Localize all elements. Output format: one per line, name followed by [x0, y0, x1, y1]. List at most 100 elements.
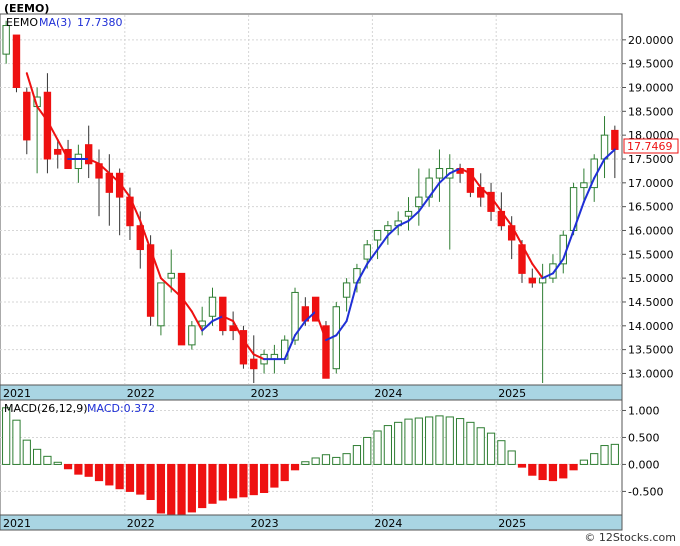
macd-bar: [187, 463, 196, 513]
macd-bar: [425, 416, 434, 465]
macd-bar: [590, 453, 599, 465]
candle-body: [157, 282, 165, 327]
price-tick-label: 17.5000: [628, 153, 674, 166]
candle-body: [250, 358, 258, 370]
macd-bar: [208, 463, 217, 504]
macd-x-axis-band: [0, 514, 623, 531]
macd-bar: [517, 463, 527, 468]
price-tick-label: 13.0000: [628, 367, 674, 380]
footer-credit: © 12Stocks.com: [584, 531, 676, 544]
macd-bar: [342, 453, 351, 465]
price-tick-label: 14.0000: [628, 320, 674, 333]
price-tick-label: 15.5000: [628, 248, 674, 261]
macd-bar: [394, 421, 403, 465]
price-tick-label: 14.5000: [628, 296, 674, 309]
price-axis: 20.000019.500019.000018.500018.000017.50…: [622, 34, 674, 380]
macd-bar: [43, 455, 52, 465]
candle-body: [208, 296, 217, 317]
macd-tick-label: 1.000: [628, 404, 660, 417]
macd-bar: [239, 463, 248, 498]
macd-bar: [84, 463, 93, 477]
macd-bar: [167, 463, 176, 516]
legend-ma-value: 17.7380: [77, 16, 123, 29]
candle-body: [332, 306, 340, 370]
candle-body: [580, 182, 588, 189]
candle-body: [435, 168, 444, 179]
candle-body: [404, 210, 413, 217]
chart-title: (EEMO): [4, 2, 49, 15]
legend-ma: MA(3): [39, 16, 72, 29]
macd-bar: [321, 454, 331, 465]
candle-body: [177, 272, 186, 346]
year-label: 2022: [127, 387, 155, 400]
macd-bar: [363, 436, 372, 465]
macd-bar: [115, 463, 124, 490]
macd-bar: [32, 448, 42, 465]
macd-bar: [125, 463, 135, 492]
macd-bar: [22, 439, 31, 465]
macd-bar: [404, 418, 413, 465]
macd-bar: [507, 450, 516, 465]
price-x-axis-band: [0, 384, 623, 401]
macd-bar: [538, 463, 547, 481]
macd-bar: [94, 463, 104, 482]
macd-bar: [569, 463, 578, 471]
macd-bar: [486, 432, 496, 465]
macd-bar: [332, 456, 341, 465]
candle-body: [188, 325, 196, 346]
macd-bar: [610, 443, 619, 465]
macd-bar: [249, 463, 258, 496]
macd-bar: [290, 463, 300, 471]
year-label: 2022: [127, 517, 155, 530]
candle-body: [611, 129, 619, 150]
macd-bar: [259, 463, 269, 493]
year-label: 2024: [374, 517, 402, 530]
macd-bar: [301, 461, 310, 465]
macd-bar: [177, 463, 186, 517]
candle-body: [23, 91, 31, 141]
macd-bar: [280, 463, 289, 482]
macd-bar: [559, 463, 568, 479]
candle-body: [74, 153, 83, 170]
macd-bar: [146, 463, 155, 501]
year-label: 2021: [3, 387, 31, 400]
macd-bar: [2, 407, 11, 465]
price-tick-label: 17.0000: [628, 177, 674, 190]
candle-body: [528, 277, 537, 284]
macd-bar: [445, 416, 454, 465]
candle-body: [12, 34, 21, 88]
macd-bar: [198, 463, 207, 509]
macd-bar: [435, 415, 444, 465]
legend-symbol: EEMO: [6, 16, 38, 29]
macd-bar: [74, 463, 83, 475]
year-label: 2025: [498, 517, 526, 530]
year-label: 2023: [251, 517, 279, 530]
macd-bar: [352, 445, 362, 465]
candle-body: [384, 225, 392, 231]
year-label: 2023: [251, 387, 279, 400]
macd-bar: [455, 418, 465, 465]
candle-body: [54, 148, 62, 155]
macd-bar: [414, 417, 423, 465]
macd-bar: [229, 463, 238, 499]
price-tick-label: 16.0000: [628, 224, 674, 237]
macd-tick-label: 0.500: [628, 431, 660, 444]
candle-body: [373, 229, 382, 241]
candle-body: [2, 25, 10, 55]
macd-bar: [53, 461, 62, 465]
candle-body: [219, 296, 227, 332]
price-tick-label: 20.0000: [628, 34, 674, 47]
macd-bar: [497, 440, 506, 465]
candle-body: [167, 272, 175, 279]
macd-bar: [270, 463, 279, 488]
last-price-label: 17.7469: [627, 140, 673, 153]
macd-bar: [105, 463, 114, 486]
price-tick-label: 19.5000: [628, 58, 674, 71]
price-tick-label: 13.5000: [628, 344, 674, 357]
year-label: 2024: [374, 387, 402, 400]
price-tick-label: 18.5000: [628, 105, 674, 118]
macd-bar: [548, 463, 558, 482]
macd-bar: [218, 463, 227, 501]
candle-body: [342, 282, 351, 298]
macd-bar: [476, 427, 485, 465]
